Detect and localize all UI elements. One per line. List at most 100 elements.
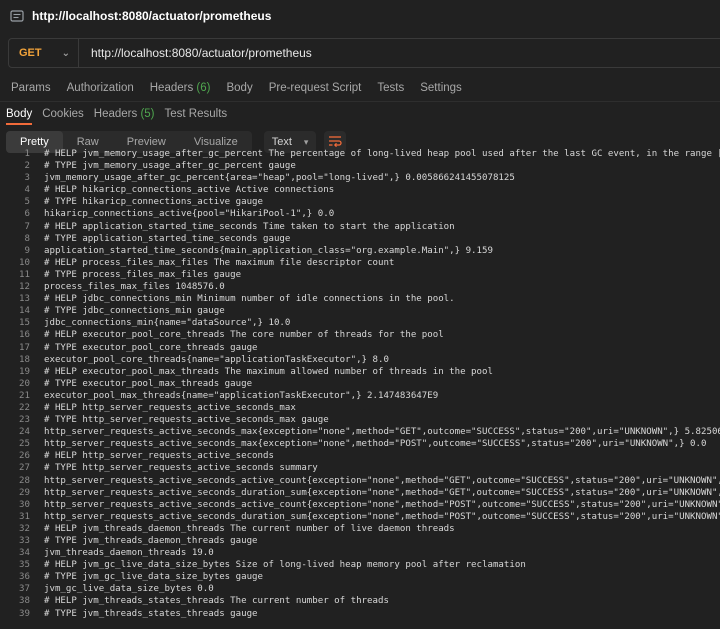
code-line: 12 process_files_max_files 1048576.0	[0, 281, 720, 293]
tab-label: Pre-request Script	[268, 82, 362, 94]
line-number: 21	[19, 390, 30, 401]
url-input[interactable]	[79, 45, 720, 61]
tab-label: Body	[226, 82, 253, 94]
line-number: 8	[24, 233, 30, 244]
response-tab-body[interactable]: Body	[6, 104, 33, 125]
line-text: # HELP jdbc_connections_min Minimum numb…	[44, 294, 455, 305]
line-text: # HELP executor_pool_max_threads The max…	[44, 366, 493, 377]
tab-label: Params	[11, 82, 51, 94]
line-text: http_server_requests_active_seconds_dura…	[44, 511, 720, 522]
tab-pre-request-script[interactable]: Pre-request Script	[269, 82, 362, 94]
response-tab-headers[interactable]: Headers (5)	[94, 104, 155, 124]
code-line: 27 # TYPE http_server_requests_active_sec…	[0, 462, 720, 474]
line-number: 33	[19, 536, 30, 546]
code-line: 30 http_server_requests_active_seconds_ac…	[0, 499, 720, 511]
line-number: 1	[24, 149, 30, 159]
request-title[interactable]: http://localhost:8080/actuator/prometheu…	[32, 9, 271, 23]
line-text: process_files_max_files 1048576.0	[44, 282, 225, 293]
line-number: 20	[19, 378, 30, 389]
line-text: executor_pool_core_threads{name="applica…	[44, 354, 389, 365]
line-text: jdbc_connections_min{name="dataSource",}…	[44, 318, 291, 329]
tab-label: Test Results	[164, 108, 228, 120]
code-line: 13 # HELP jdbc_connections_min Minimum nu…	[0, 293, 720, 305]
line-number: 23	[19, 415, 30, 426]
code-line: 18 executor_pool_core_threads{name="appli…	[0, 354, 720, 366]
line-number: 25	[19, 439, 30, 450]
line-number: 37	[19, 584, 30, 595]
tab-label: Cookies	[42, 108, 84, 120]
code-line: 17 # TYPE executor_pool_core_threads gaug…	[0, 342, 720, 354]
tab-label: Body	[6, 108, 33, 120]
response-tab-test-results[interactable]: Test Results	[165, 104, 228, 124]
code-line: 29 http_server_requests_active_seconds_du…	[0, 487, 720, 499]
method-select[interactable]: GET ⌄	[9, 39, 79, 67]
code-line: 10 # HELP process_files_max_files The max…	[0, 257, 720, 269]
line-text: # TYPE process_files_max_files gauge	[44, 269, 242, 280]
tab-label: Headers	[149, 82, 194, 94]
code-line: 37 jvm_gc_live_data_size_bytes 0.0	[0, 583, 720, 595]
line-number: 2	[24, 161, 30, 172]
code-line: 31 http_server_requests_active_seconds_du…	[0, 511, 720, 523]
line-text: # HELP jvm_threads_daemon_threads The cu…	[44, 523, 455, 534]
request-tabs: Params Authorization Headers (6) Body Pre-re…	[0, 78, 720, 98]
line-text: # HELP jvm_gc_live_data_size_bytes Size …	[44, 560, 526, 571]
line-text: http_server_requests_active_seconds_max{…	[44, 439, 707, 450]
code-line: 20 # TYPE executor_pool_max_threads gauge	[0, 378, 720, 390]
code-line: 35 # HELP jvm_gc_live_data_size_bytes Siz…	[0, 559, 720, 571]
line-number: 14	[19, 306, 30, 317]
code-line: 1 # HELP jvm_memory_usage_after_gc_percen…	[0, 148, 720, 160]
tab-settings[interactable]: Settings	[420, 82, 462, 94]
line-text: # HELP jvm_memory_usage_after_gc_percent…	[44, 149, 720, 159]
request-title-bar: http://localhost:8080/actuator/prometheu…	[0, 0, 720, 32]
line-number: 13	[19, 294, 30, 305]
line-text: jvm_memory_usage_after_gc_percent{area="…	[44, 173, 515, 184]
line-number: 30	[19, 499, 30, 510]
method-label: GET	[19, 47, 42, 59]
tab-headers[interactable]: Headers (6)	[150, 82, 211, 94]
code-line: 21 executor_pool_max_threads{name="applic…	[0, 390, 720, 402]
tab-count: (5)	[140, 108, 155, 120]
line-number: 7	[24, 221, 30, 232]
line-number: 27	[19, 463, 30, 474]
line-number: 9	[24, 245, 30, 256]
postman-app: http://localhost:8080/actuator/prometheu…	[0, 0, 720, 629]
line-text: http_server_requests_active_seconds_max{…	[44, 427, 720, 438]
line-text: # HELP hikaricp_connections_active Activ…	[44, 185, 335, 196]
line-text: # TYPE executor_pool_core_threads gauge	[44, 342, 258, 353]
line-text: # HELP http_server_requests_active_secon…	[44, 451, 274, 462]
line-number: 28	[19, 475, 30, 486]
code-line: 39 # TYPE jvm_threads_states_threads gaug…	[0, 608, 720, 620]
tabs-divider	[0, 101, 720, 102]
response-body[interactable]: 1 # HELP jvm_memory_usage_after_gc_percen…	[0, 148, 720, 620]
code-line: 8 # TYPE application_started_time_seconds…	[0, 233, 720, 245]
line-number: 24	[19, 427, 30, 438]
response-tab-cookies[interactable]: Cookies	[42, 104, 84, 124]
tab-label: Settings	[420, 82, 462, 94]
line-number: 17	[19, 342, 30, 353]
line-number: 38	[19, 596, 30, 607]
code-line: 7 # HELP application_started_time_seconds…	[0, 221, 720, 233]
line-number: 35	[19, 560, 30, 571]
tab-label: Headers	[93, 108, 138, 120]
tab-params[interactable]: Params	[11, 82, 51, 94]
tab-count: (6)	[196, 82, 211, 94]
line-text: # TYPE executor_pool_max_threads gauge	[44, 378, 253, 389]
tab-label: Authorization	[66, 82, 134, 94]
code-line: 34 jvm_threads_daemon_threads 19.0	[0, 547, 720, 559]
code-line: 28 http_server_requests_active_seconds_ac…	[0, 475, 720, 487]
code-line: 32 # HELP jvm_threads_daemon_threads The …	[0, 523, 720, 535]
line-number: 12	[19, 282, 30, 293]
line-text: jvm_gc_live_data_size_bytes 0.0	[44, 584, 214, 595]
line-number: 10	[19, 257, 30, 268]
line-text: # TYPE jvm_threads_daemon_threads gauge	[44, 536, 258, 546]
code-line: 38 # HELP jvm_threads_states_threads The …	[0, 595, 720, 607]
line-number: 29	[19, 487, 30, 498]
line-text: # TYPE application_started_time_seconds …	[44, 233, 291, 244]
code-line: 4 # HELP hikaricp_connections_active Acti…	[0, 184, 720, 196]
tab-tests[interactable]: Tests	[377, 82, 404, 94]
tab-authorization[interactable]: Authorization	[67, 82, 134, 94]
code-line: 22 # HELP http_server_requests_active_sec…	[0, 402, 720, 414]
line-number: 36	[19, 572, 30, 583]
tab-body[interactable]: Body	[226, 82, 252, 94]
line-number: 31	[19, 511, 30, 522]
